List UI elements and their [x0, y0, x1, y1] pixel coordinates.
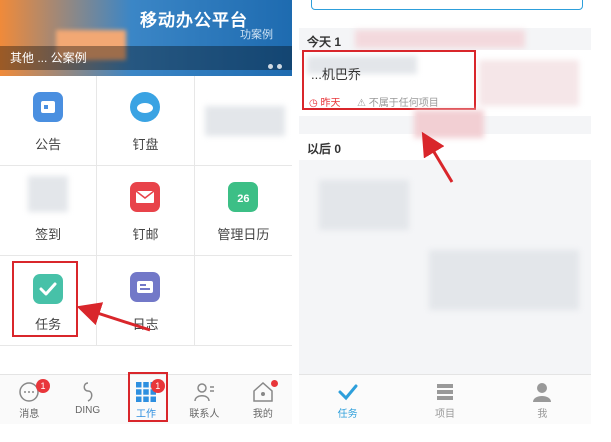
grid-item-mail[interactable]: 钉邮: [97, 166, 195, 256]
calendar-icon: 26: [228, 182, 259, 212]
tab-profile[interactable]: 我: [494, 375, 591, 424]
grid-item-label: 钉邮: [132, 227, 159, 242]
grid-item-empty: [194, 256, 292, 346]
tab-projects[interactable]: 项目: [396, 375, 493, 424]
tab-label: DING: [75, 405, 101, 416]
log-icon: [130, 272, 161, 302]
top-segment-strip: [299, 0, 591, 28]
cloud-drive-icon: [130, 92, 161, 122]
blurred-area: [204, 106, 285, 136]
grid-item-label: 公告: [35, 137, 62, 152]
segment-control[interactable]: [311, 0, 583, 10]
grid-item-calendar[interactable]: 26 管理日历: [194, 166, 292, 256]
blurred-area: [319, 180, 409, 230]
right-phone-screen: 今天 1 ...机巴乔 ◷ 昨天 ⚠ 不属于任何项目 以后 0 任务 项目 我: [299, 0, 591, 424]
highlight-box-task: [12, 261, 78, 337]
grid-item-log[interactable]: 日志: [97, 256, 195, 346]
tab-label: 联系人: [189, 409, 220, 420]
tab-label: 我的: [252, 409, 273, 420]
today-header: 今天 1: [307, 35, 342, 49]
mail-icon: [130, 182, 161, 212]
task-tab-bar: 任务 项目 我: [299, 374, 591, 424]
banner-pager[interactable]: [264, 56, 282, 74]
blurred-area: [429, 250, 579, 310]
announcement-icon: [33, 92, 64, 122]
later-header: 以后 0: [307, 142, 342, 156]
blurred-area: [479, 60, 579, 106]
me-dot-badge: [271, 380, 279, 387]
profile-tab-icon: [533, 383, 552, 402]
ding-icon: [83, 382, 93, 402]
blurred-area: [355, 30, 525, 48]
highlight-box-work: [128, 372, 168, 422]
task-tab-icon: [338, 384, 358, 401]
grid-item-cloud-drive[interactable]: 钉盘: [97, 76, 195, 166]
grid-item-check-in[interactable]: 签到: [0, 166, 98, 256]
banner-subtitle: 功案例: [240, 29, 273, 41]
grid-item-label: 钉盘: [132, 137, 159, 152]
tab-label: 消息: [19, 409, 40, 420]
grid-item-label: 签到: [35, 227, 62, 242]
grid-item-label: 管理日历: [217, 227, 270, 242]
tab-messages[interactable]: 1 消息: [0, 375, 58, 424]
tab-label: 任务: [337, 409, 358, 420]
contacts-icon: [194, 383, 215, 402]
tab-label: 项目: [434, 409, 455, 420]
banner-caption: 其他 ... 公案例: [0, 46, 292, 70]
calendar-day: 26: [237, 193, 250, 205]
check-in-icon: [28, 176, 68, 212]
blurred-area: [414, 110, 484, 138]
promo-banner[interactable]: 移动办公平台 功案例 其他 ... 公案例: [0, 0, 292, 76]
grid-item-announcement[interactable]: 公告: [0, 76, 98, 166]
message-badge: 1: [36, 379, 50, 393]
highlight-box-task-card: [302, 50, 476, 110]
grid-item-label: 日志: [132, 317, 159, 332]
tab-label: 我: [537, 409, 548, 420]
tab-tasks[interactable]: 任务: [299, 375, 396, 424]
project-tab-icon: [436, 384, 453, 400]
grid-item-blurred[interactable]: [194, 76, 292, 166]
tab-me[interactable]: 我的: [234, 375, 292, 424]
tab-contacts[interactable]: 联系人: [175, 375, 233, 424]
tab-ding[interactable]: DING: [58, 375, 116, 424]
left-phone-screen: 移动办公平台 功案例 其他 ... 公案例 公告 钉盘 签到 钉邮 26 管理日…: [0, 0, 292, 424]
banner-title: 移动办公平台: [140, 11, 248, 30]
